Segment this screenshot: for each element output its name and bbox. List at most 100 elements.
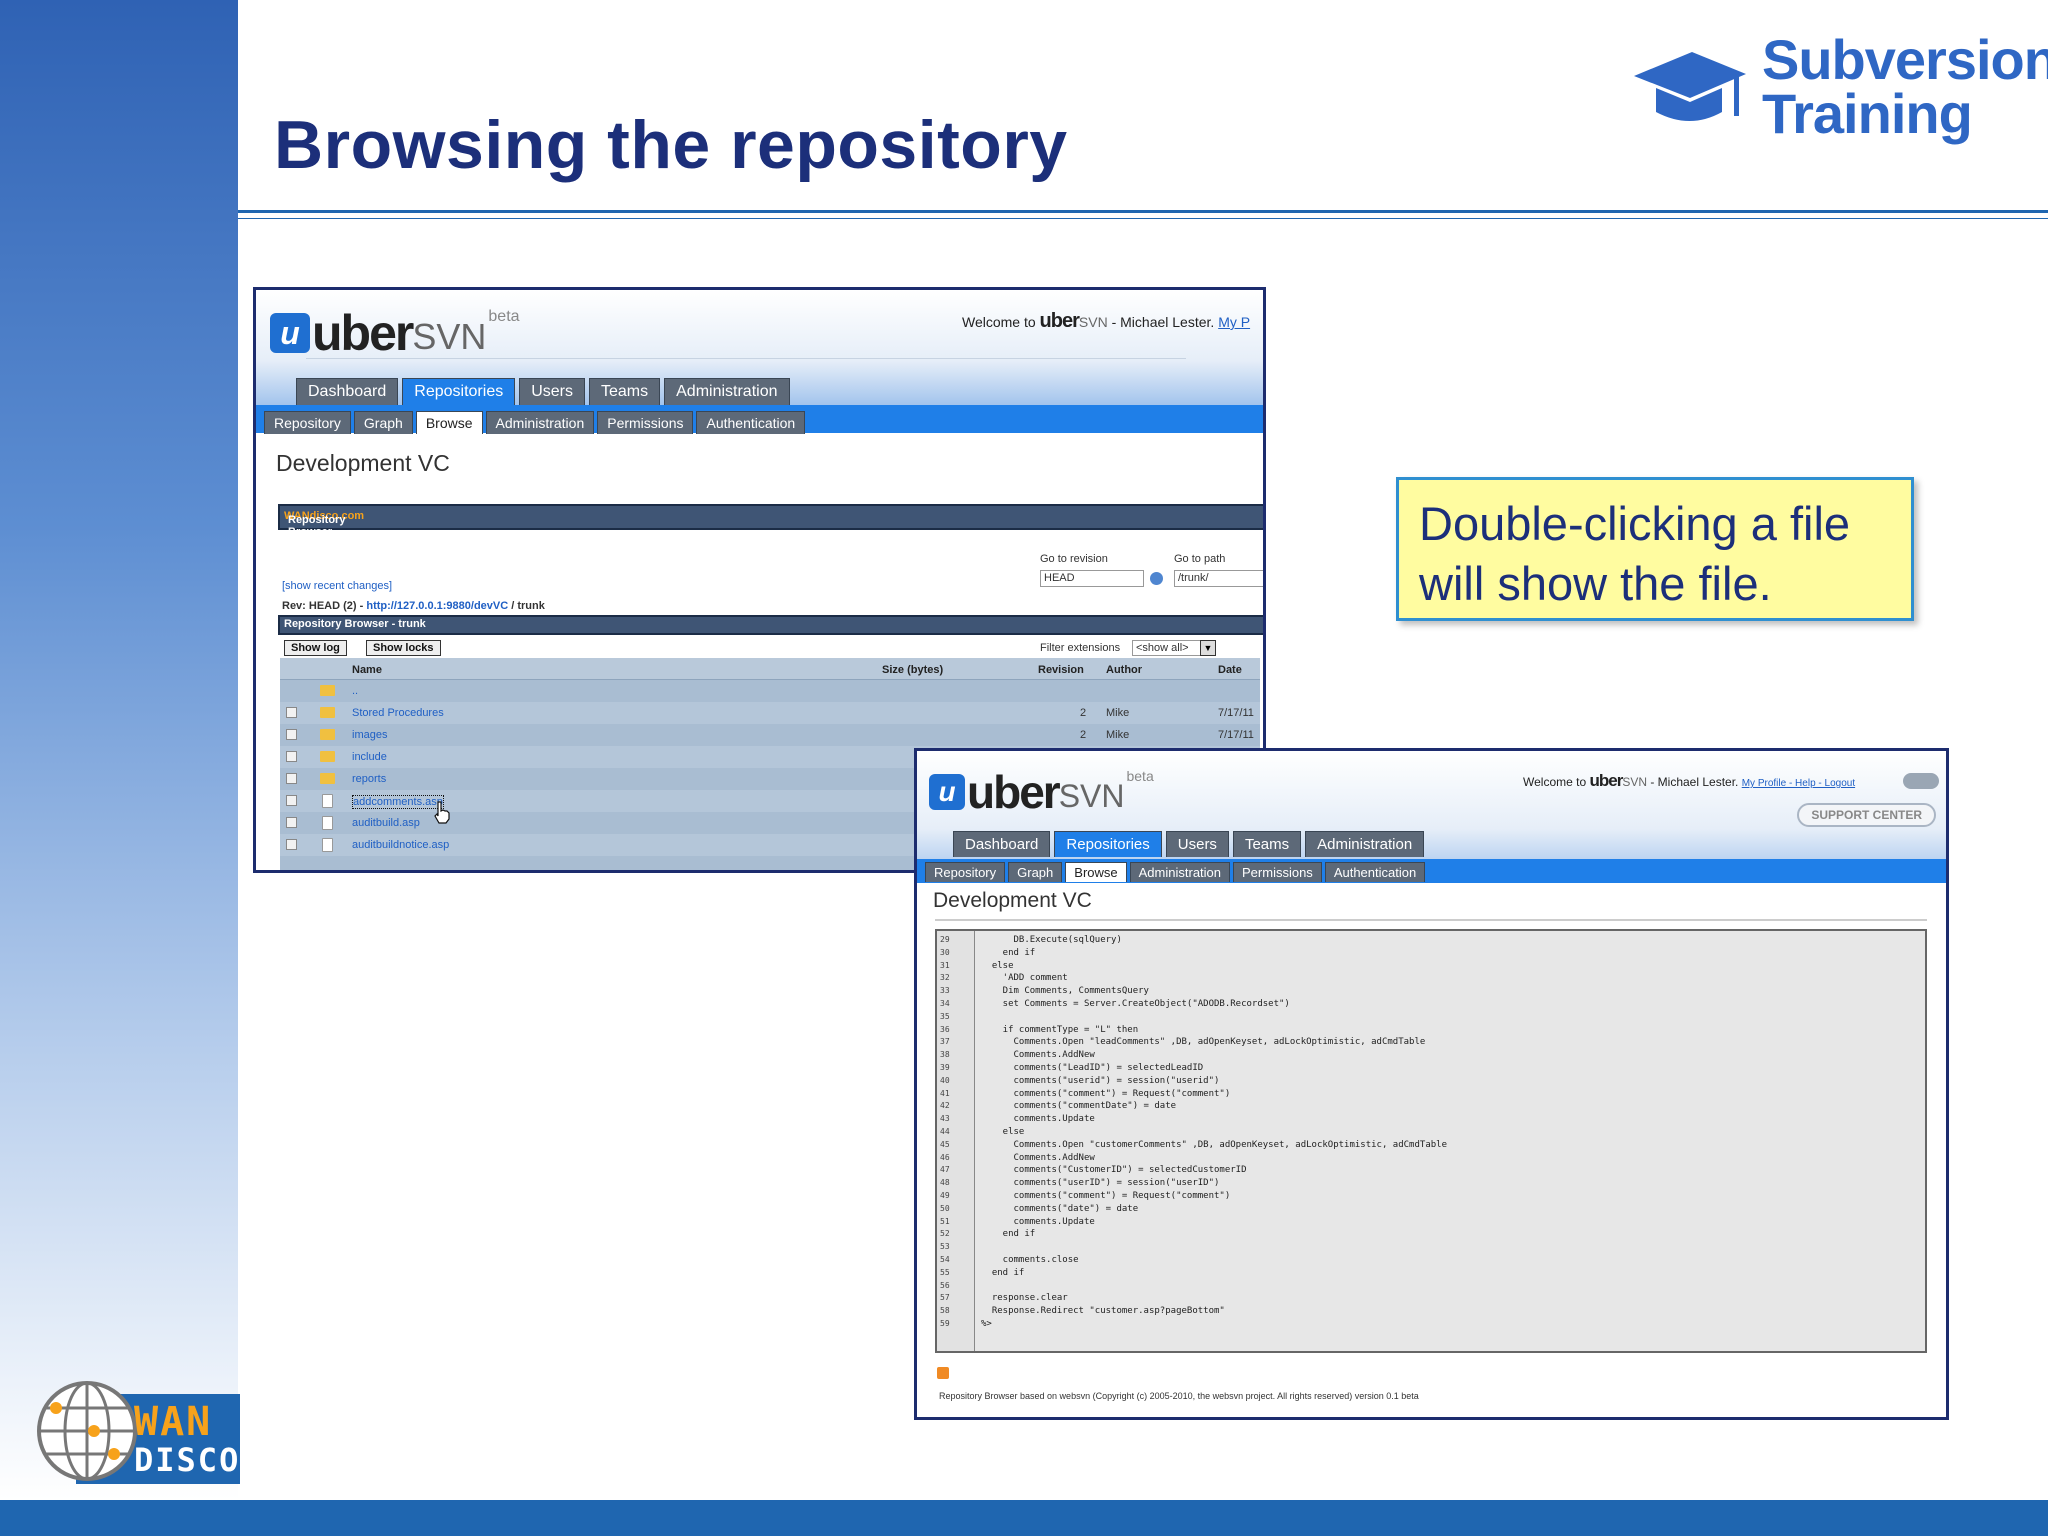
line-number: 56 xyxy=(940,1280,950,1290)
support-center-button[interactable]: SUPPORT CENTER xyxy=(1797,803,1936,827)
subtab-permissions[interactable]: Permissions xyxy=(597,411,694,434)
file-name[interactable]: auditbuildnotice.asp xyxy=(352,839,449,851)
line-number: 47 xyxy=(940,1165,950,1175)
subtab-graph[interactable]: Graph xyxy=(353,411,413,434)
file-name[interactable]: include xyxy=(352,751,387,763)
sub-tabs: Repository Graph Browse Administration P… xyxy=(925,862,1426,882)
go-revision-help-icon[interactable] xyxy=(1150,572,1163,585)
file-name[interactable]: images xyxy=(352,729,387,741)
file-icon xyxy=(322,816,333,830)
rss-icon[interactable] xyxy=(937,1367,949,1379)
show-locks-button[interactable]: Show locks xyxy=(366,640,441,656)
tab-teams[interactable]: Teams xyxy=(589,378,661,405)
filter-extensions-select[interactable]: <show all> xyxy=(1132,640,1202,656)
line-number: 31 xyxy=(940,960,950,970)
row-checkbox[interactable] xyxy=(286,817,297,828)
go-revision-input[interactable]: HEAD xyxy=(1040,570,1144,587)
main-tabs: Dashboard Repositories Users Teams Admin… xyxy=(953,831,1425,857)
line-number: 29 xyxy=(940,935,950,944)
go-path-input[interactable]: /trunk/ xyxy=(1174,570,1263,587)
show-log-button[interactable]: Show log xyxy=(284,640,347,656)
col-name[interactable]: Name xyxy=(352,664,382,676)
my-profile-link[interactable]: My P xyxy=(1218,314,1250,330)
subtab-authentication[interactable]: Authentication xyxy=(696,411,806,434)
graduation-cap-icon xyxy=(1634,52,1746,121)
file-name[interactable]: reports xyxy=(352,773,386,785)
table-row[interactable]: .. xyxy=(280,680,1260,702)
line-number: 35 xyxy=(940,1011,950,1021)
subtab-repository[interactable]: Repository xyxy=(264,411,351,434)
folder-icon xyxy=(320,685,335,696)
code-line: comments("commentDate") = date xyxy=(981,1101,1177,1112)
line-number: 49 xyxy=(940,1191,950,1200)
file-name[interactable]: .. xyxy=(352,685,358,697)
code-line: Comments.AddNew xyxy=(981,1050,1095,1061)
left-gradient-bar xyxy=(0,0,238,1500)
line-number: 48 xyxy=(940,1178,950,1188)
trunk-header: Repository Browser - trunk xyxy=(278,615,1263,635)
code-line: Dim Comments, CommentsQuery xyxy=(981,986,1149,997)
tab-repositories[interactable]: Repositories xyxy=(402,378,516,405)
subtab-graph[interactable]: Graph xyxy=(1008,862,1063,882)
line-number: 33 xyxy=(940,986,950,996)
line-number: 40 xyxy=(940,1075,950,1085)
code-line: comments("comment") = Request("comment") xyxy=(981,1191,1231,1201)
tab-repositories[interactable]: Repositories xyxy=(1054,831,1162,857)
tab-users[interactable]: Users xyxy=(1165,831,1229,857)
line-number: 46 xyxy=(940,1152,950,1162)
col-author[interactable]: Author xyxy=(1106,664,1142,676)
profile-help-logout-links[interactable]: My Profile - Help - Logout xyxy=(1742,778,1855,789)
wandisco-wan: WAN xyxy=(134,1399,213,1445)
row-checkbox[interactable] xyxy=(286,839,297,850)
tab-teams[interactable]: Teams xyxy=(1232,831,1302,857)
ubersvn-badge-icon: u xyxy=(929,774,965,810)
row-checkbox[interactable] xyxy=(286,729,297,740)
col-date[interactable]: Date xyxy=(1218,664,1242,676)
show-recent-changes-link[interactable]: [show recent changes] xyxy=(282,580,392,592)
code-line: comments("userid") = session("userid") xyxy=(981,1075,1220,1086)
subtab-permissions[interactable]: Permissions xyxy=(1233,862,1322,882)
table-row[interactable]: images 2 Mike 7/17/11 xyxy=(280,724,1260,746)
ubersvn-logo: u uber SVN beta xyxy=(270,304,520,362)
tab-administration[interactable]: Administration xyxy=(664,378,790,405)
go-revision-label: Go to revision xyxy=(1040,553,1108,565)
subtab-repository[interactable]: Repository xyxy=(925,862,1006,882)
code-line: end if xyxy=(981,947,1036,958)
tab-users[interactable]: Users xyxy=(519,378,585,405)
tab-dashboard[interactable]: Dashboard xyxy=(953,831,1051,857)
code-line: response.clear xyxy=(981,1293,1068,1304)
code-line: comments("CustomerID") = selectedCustome… xyxy=(981,1165,1247,1176)
tab-dashboard[interactable]: Dashboard xyxy=(296,378,399,405)
row-checkbox[interactable] xyxy=(286,707,297,718)
subtab-browse[interactable]: Browse xyxy=(1065,862,1127,882)
subtab-browse[interactable]: Browse xyxy=(415,411,483,434)
code-line: else xyxy=(981,960,1014,971)
subtab-administration[interactable]: Administration xyxy=(485,411,595,434)
col-revision[interactable]: Revision xyxy=(1038,664,1084,676)
toggle-icon[interactable] xyxy=(1903,773,1939,789)
row-checkbox[interactable] xyxy=(286,751,297,762)
code-line: Comments.AddNew xyxy=(981,1152,1095,1163)
code-line: end if xyxy=(981,1229,1036,1240)
wandisco-logo: WAN DISCO xyxy=(34,1378,240,1484)
code-line: if commentType = "L" then xyxy=(981,1024,1139,1035)
file-name[interactable]: Stored Procedures xyxy=(352,707,444,719)
chevron-down-icon[interactable]: ▼ xyxy=(1200,640,1216,656)
line-number: 37 xyxy=(940,1037,950,1047)
code-line: 'ADD comment xyxy=(981,973,1068,984)
repo-url-link[interactable]: http://127.0.0.1:9880/devVC xyxy=(366,600,508,612)
file-icon xyxy=(322,838,333,852)
file-name[interactable]: addcomments.asp xyxy=(352,795,444,809)
folder-icon xyxy=(320,773,335,784)
subtab-administration[interactable]: Administration xyxy=(1129,862,1231,882)
file-name[interactable]: auditbuild.asp xyxy=(352,817,420,829)
row-checkbox[interactable] xyxy=(286,773,297,784)
repo-browser-header: Repository Browser - WANdisco.com xyxy=(278,504,1263,538)
tab-administration[interactable]: Administration xyxy=(1305,831,1425,857)
header-divider xyxy=(306,358,1186,359)
col-size[interactable]: Size (bytes) xyxy=(882,664,943,676)
row-checkbox[interactable] xyxy=(286,795,297,806)
table-row[interactable]: Stored Procedures 2 Mike 7/17/11 xyxy=(280,702,1260,724)
brand-subversion: Subversion xyxy=(1762,28,2048,91)
subtab-authentication[interactable]: Authentication xyxy=(1324,862,1426,882)
